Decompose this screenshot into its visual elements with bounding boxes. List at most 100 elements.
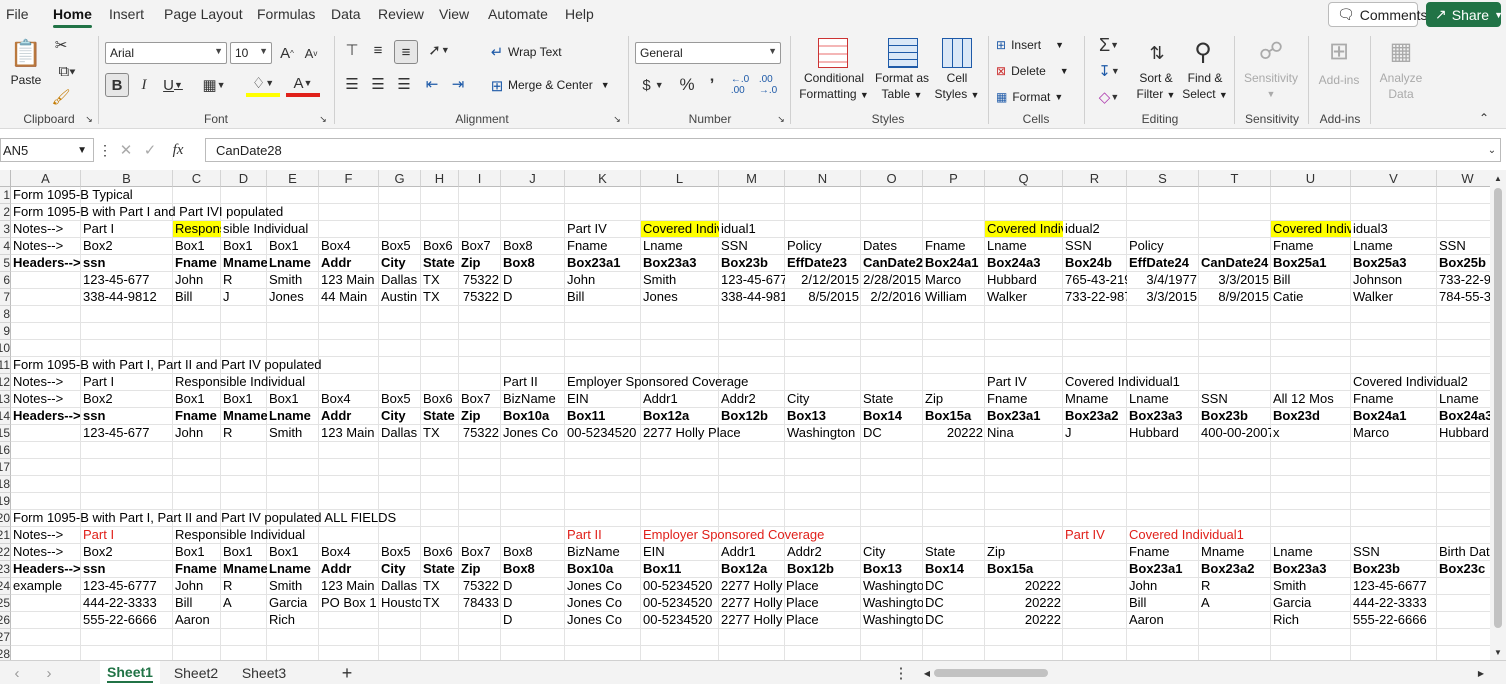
orientation-icon[interactable]: ➚ ▼ [424, 40, 454, 60]
dialog-launcher-icon[interactable]: ↘ [776, 114, 786, 124]
cell-k26[interactable]: Jones Co [565, 612, 641, 628]
cell-a22[interactable]: Notes--> [11, 544, 81, 560]
cell-r7[interactable]: 733-22-987 [1063, 289, 1127, 305]
cell-u24[interactable]: Smith [1271, 578, 1351, 594]
cell-j15[interactable]: Jones Co [501, 425, 565, 441]
cell-b3[interactable]: Part I [81, 221, 173, 237]
column-header-t[interactable]: T [1199, 170, 1271, 187]
cell-u25[interactable]: Garcia [1271, 595, 1351, 611]
column-header-p[interactable]: P [923, 170, 985, 187]
cell-a3[interactable]: Notes--> [11, 221, 81, 237]
row-header-9[interactable]: 9 [0, 323, 11, 340]
cell-d5[interactable]: Mname [221, 255, 267, 271]
cell-n7[interactable]: 8/5/2015 [785, 289, 861, 305]
name-box[interactable]: AN5 ▼ [0, 138, 94, 162]
cell-r12[interactable]: Covered Individual1 [1063, 374, 1199, 390]
cell-i7[interactable]: 75322 [459, 289, 501, 305]
cell-p15[interactable]: 20222 [923, 425, 985, 441]
scroll-right-icon[interactable]: ▶ [1476, 667, 1486, 679]
cell-p13[interactable]: Zip [923, 391, 985, 407]
cell-l14[interactable]: Box12a [641, 408, 719, 424]
cell-n23[interactable]: Box12b [785, 561, 861, 577]
row-header-23[interactable]: 23 [0, 561, 11, 578]
search-icon[interactable]: ⚲ [1188, 36, 1218, 68]
cell-d14[interactable]: Mname [221, 408, 267, 424]
cell-m26[interactable]: 2277 Holly Place [719, 612, 861, 628]
cell-v24[interactable]: 123-45-6677 [1351, 578, 1437, 594]
decrease-decimal-icon[interactable]: .00 →.0 [756, 74, 780, 96]
cell-f23[interactable]: Addr [319, 561, 379, 577]
sort-filter-button[interactable]: Sort & Filter ▼ [1132, 70, 1180, 103]
cell-l25[interactable]: 00-5234520 [641, 595, 719, 611]
more-icon[interactable]: ⋮ [98, 140, 112, 160]
cell-q7[interactable]: Walker [985, 289, 1063, 305]
cell-w5[interactable]: Box25b [1437, 255, 1490, 271]
share-button[interactable]: ↗ Share ▼ [1426, 2, 1503, 27]
vertical-scrollbar[interactable]: ▲ ▼ [1490, 170, 1506, 660]
cell-q12[interactable]: Part IV [985, 374, 1063, 390]
sort-filter-icon[interactable]: ⇅ [1140, 38, 1174, 68]
cell-c7[interactable]: Bill [173, 289, 221, 305]
decrease-font-icon[interactable]: Av [302, 42, 320, 64]
cell-j5[interactable]: Box8 [501, 255, 565, 271]
cell-k23[interactable]: Box10a [565, 561, 641, 577]
cell-n5[interactable]: EffDate23 [785, 255, 861, 271]
cell-styles-icon[interactable] [942, 38, 972, 68]
cell-r3[interactable]: idual2 [1063, 221, 1127, 237]
cell-m22[interactable]: Addr1 [719, 544, 785, 560]
cell-o25[interactable]: Washington [861, 595, 923, 611]
cell-t5[interactable]: CanDate24 [1199, 255, 1271, 271]
format-table-icon[interactable] [888, 38, 918, 68]
addins-button[interactable]: Add-ins [1310, 72, 1368, 88]
cell-w4[interactable]: SSN [1437, 238, 1490, 254]
cell-g5[interactable]: City [379, 255, 421, 271]
row-header-8[interactable]: 8 [0, 306, 11, 323]
menu-help[interactable]: Help [565, 6, 594, 22]
sheet-tab-sheet3[interactable]: Sheet3 [234, 661, 294, 684]
cell-o15[interactable]: DC [861, 425, 923, 441]
merge-center-button[interactable]: Merge & Center ▼ [508, 77, 618, 93]
currency-icon[interactable]: $ ▼ [636, 74, 670, 96]
cell-r6[interactable]: 765-43-219 [1063, 272, 1127, 288]
cell-g25[interactable]: Houston [379, 595, 421, 611]
cell-e24[interactable]: Smith [267, 578, 319, 594]
cell-w13[interactable]: Lname [1437, 391, 1490, 407]
cell-o4[interactable]: Dates [861, 238, 923, 254]
prev-sheet-icon[interactable]: ‹ [10, 665, 24, 682]
column-header-q[interactable]: Q [985, 170, 1063, 187]
cell-v26[interactable]: 555-22-6666 [1351, 612, 1437, 628]
increase-indent-icon[interactable]: ⇥ [448, 74, 468, 94]
scroll-left-icon[interactable]: ◀ [922, 667, 932, 679]
row-header-11[interactable]: 11 [0, 357, 11, 374]
cell-d25[interactable]: A [221, 595, 267, 611]
cell-d24[interactable]: R [221, 578, 267, 594]
menu-data[interactable]: Data [331, 6, 361, 22]
cell-o6[interactable]: 2/28/2015 [861, 272, 923, 288]
cell-m13[interactable]: Addr2 [719, 391, 785, 407]
cell-v6[interactable]: Johnson [1351, 272, 1437, 288]
cell-e14[interactable]: Lname [267, 408, 319, 424]
cell-g22[interactable]: Box5 [379, 544, 421, 560]
cell-f13[interactable]: Box4 [319, 391, 379, 407]
row-header-14[interactable]: 14 [0, 408, 11, 425]
cell-u4[interactable]: Fname [1271, 238, 1351, 254]
cell-k5[interactable]: Box23a1 [565, 255, 641, 271]
column-header-g[interactable]: G [379, 170, 421, 187]
cell-o14[interactable]: Box14 [861, 408, 923, 424]
cell-v15[interactable]: Marco [1351, 425, 1437, 441]
cell-i24[interactable]: 75322 [459, 578, 501, 594]
cell-l22[interactable]: EIN [641, 544, 719, 560]
cell-j22[interactable]: Box8 [501, 544, 565, 560]
cell-c13[interactable]: Box1 [173, 391, 221, 407]
cell-s23[interactable]: Box23a1 [1127, 561, 1199, 577]
cell-k7[interactable]: Bill [565, 289, 641, 305]
cell-k13[interactable]: EIN [565, 391, 641, 407]
menu-page-layout[interactable]: Page Layout [164, 6, 243, 22]
cell-h14[interactable]: State [421, 408, 459, 424]
fill-color-icon[interactable]: ♢ ▼ [246, 73, 280, 97]
cell-h6[interactable]: TX [421, 272, 459, 288]
column-header-r[interactable]: R [1063, 170, 1127, 187]
addins-icon[interactable]: ⊞ [1324, 36, 1354, 66]
cell-l21[interactable]: Employer Sponsored Coverage [641, 527, 861, 543]
cell-i23[interactable]: Zip [459, 561, 501, 577]
